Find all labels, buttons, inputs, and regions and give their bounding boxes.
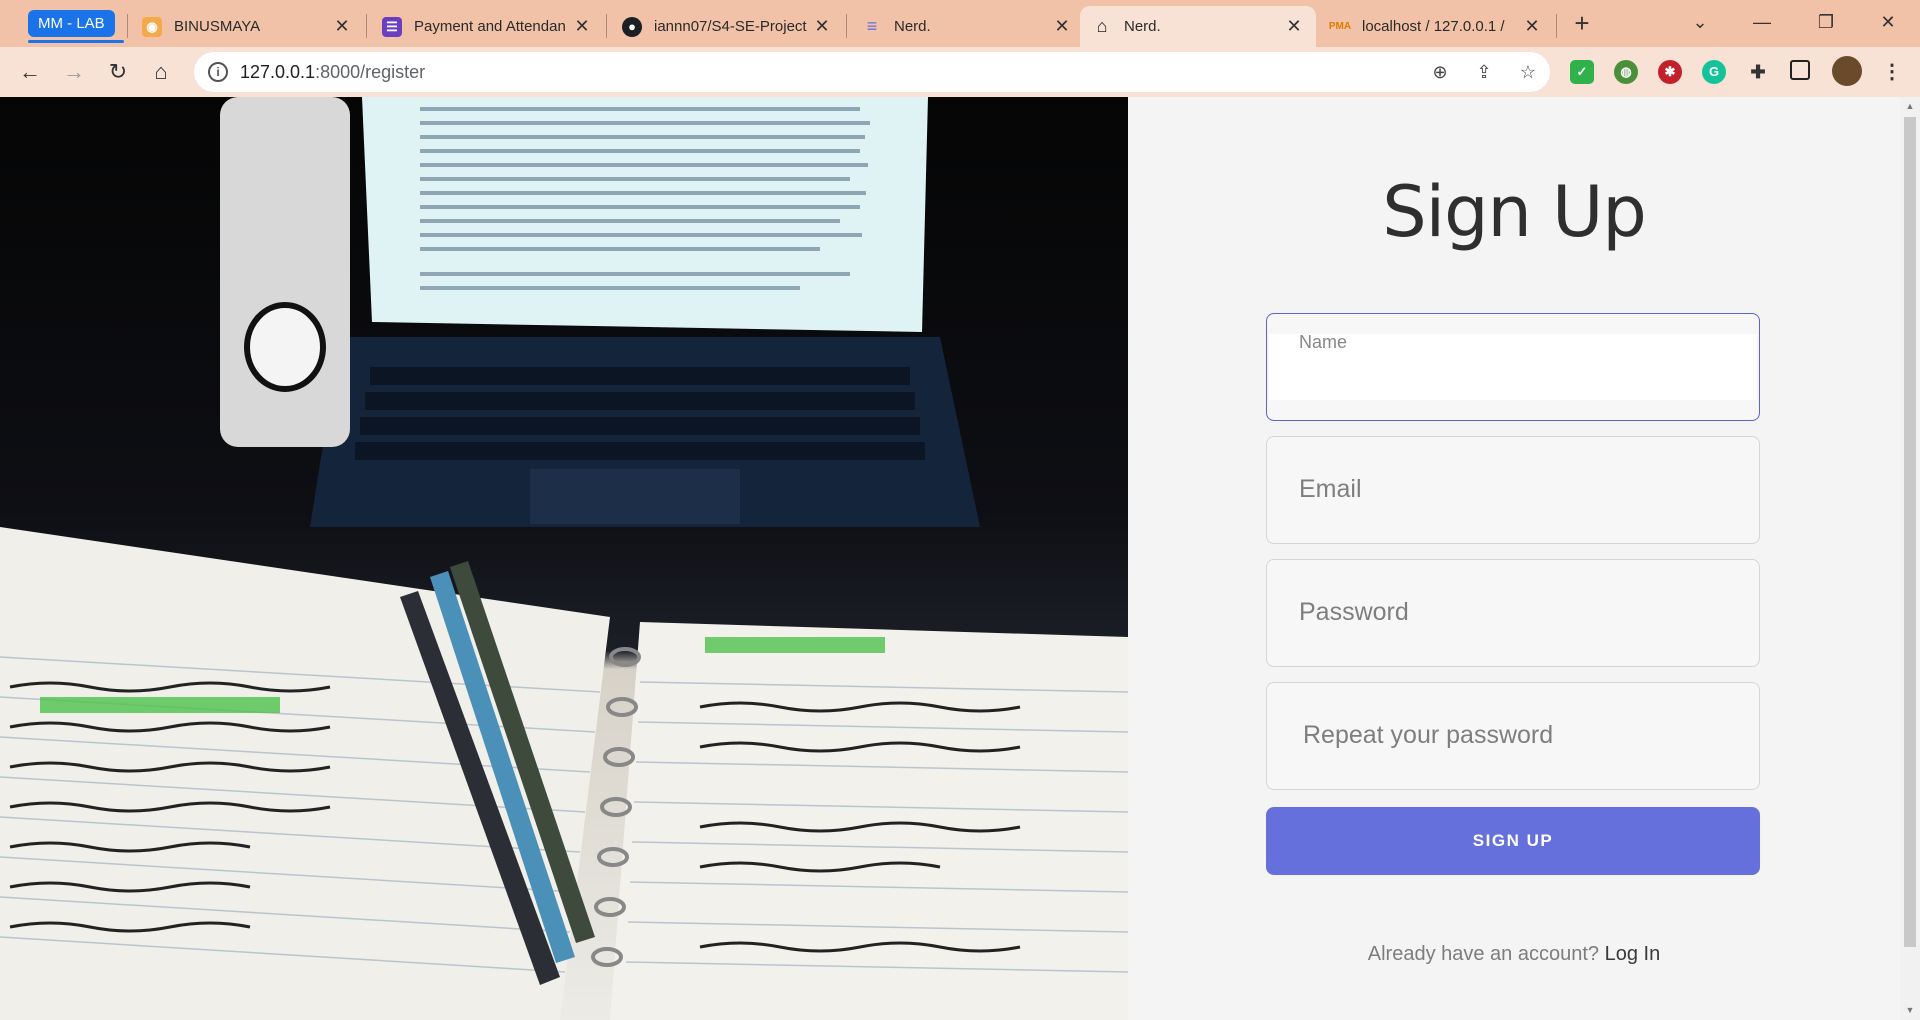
puzzle-extensions-icon[interactable]: ✚ — [1746, 60, 1770, 84]
email-field[interactable]: Email — [1266, 436, 1760, 544]
page-content: Sign Up Name Email Password Repeat your … — [0, 97, 1920, 1020]
bookmark-star-icon[interactable]: ☆ — [1516, 60, 1540, 84]
tab-group-underline — [28, 40, 124, 43]
email-placeholder: Email — [1299, 475, 1362, 503]
close-window-icon[interactable]: ✕ — [1868, 8, 1908, 36]
reload-icon[interactable]: ↻ — [102, 56, 134, 88]
avatar[interactable] — [1832, 56, 1862, 86]
login-link[interactable]: Log In — [1605, 943, 1661, 965]
tab-title: BINUSMAYA — [174, 18, 261, 35]
bunny-sticker — [244, 302, 326, 392]
scroll-up-icon[interactable]: ▲ — [1905, 101, 1915, 111]
close-icon[interactable]: ✕ — [1050, 16, 1074, 37]
laptop-screen — [362, 97, 928, 332]
address-bar[interactable]: i 127.0.0.1:8000/register ⊕ ⇪ ☆ — [194, 52, 1550, 92]
login-prompt-text: Already have an account? — [1367, 943, 1600, 965]
close-icon[interactable]: ✕ — [810, 16, 834, 37]
tab-github[interactable]: ● iannn07/S4-SE-Project ✕ — [610, 6, 844, 47]
close-icon[interactable]: ✕ — [1520, 16, 1544, 37]
tab-binusmaya[interactable]: ◉ BINUSMAYA ✕ — [130, 6, 364, 47]
scroll-thumb[interactable] — [1904, 117, 1916, 947]
scroll-down-icon[interactable]: ▼ — [1905, 1005, 1915, 1015]
grammarly-icon[interactable]: G — [1702, 60, 1726, 84]
phpmyadmin-icon: PMA — [1328, 21, 1352, 32]
new-tab-button[interactable]: + — [1568, 10, 1596, 38]
site-info-icon[interactable]: i — [208, 62, 228, 82]
binusmaya-icon: ◉ — [142, 16, 162, 37]
tab-title: localhost / 127.0.0.1 / — [1362, 18, 1505, 35]
forms-icon: ☰ — [382, 16, 402, 37]
shield-extension-icon[interactable]: ✓ — [1570, 60, 1594, 84]
tab-nerd-active[interactable]: ⌂ Nerd. ✕ — [1080, 6, 1316, 47]
tab-separator — [1556, 14, 1557, 38]
notebook-right-page — [610, 622, 1128, 1020]
tab-separator — [846, 14, 847, 38]
name-label: Name — [1299, 332, 1348, 352]
tab-search-icon[interactable]: ⌄ — [1680, 8, 1720, 36]
close-icon[interactable]: ✕ — [1282, 16, 1306, 37]
sign-up-button[interactable]: SIGN UP — [1266, 807, 1760, 875]
tab-title: Nerd. — [894, 18, 931, 35]
close-icon[interactable]: ✕ — [570, 16, 594, 37]
devtools-extension-icon[interactable]: ✱ — [1658, 60, 1682, 84]
water-bottle — [220, 97, 350, 447]
close-icon[interactable]: ✕ — [330, 16, 354, 37]
restore-icon[interactable]: ❐ — [1806, 8, 1846, 36]
trackpad — [530, 469, 740, 524]
page-title: Sign Up — [1382, 171, 1647, 253]
repeat-password-placeholder: Repeat your password — [1303, 721, 1554, 749]
password-placeholder: Password — [1299, 598, 1409, 626]
url-path: :8000/register — [315, 62, 426, 82]
study-desk-photo — [0, 97, 1128, 1020]
tab-phpmyadmin[interactable]: PMA localhost / 127.0.0.1 / ✕ — [1318, 6, 1554, 47]
home-icon: ⌂ — [1096, 16, 1108, 36]
github-icon: ● — [622, 16, 642, 37]
back-icon[interactable]: ← — [14, 56, 46, 88]
share-icon[interactable]: ⇪ — [1472, 60, 1496, 84]
zoom-icon[interactable]: ⊕ — [1428, 60, 1452, 84]
tab-separator — [606, 14, 607, 38]
notebook-left-page — [0, 527, 610, 1020]
tab-strip: MM - LAB ◉ BINUSMAYA ✕ ☰ Payment and Att… — [0, 0, 1920, 47]
login-prompt: Already have an account? Log In — [1128, 943, 1900, 966]
nerd-icon: ≡ — [866, 16, 878, 36]
tab-title: Payment and Attendan — [414, 18, 566, 35]
browser-toolbar: ← → ↻ ⌂ i 127.0.0.1:8000/register ⊕ ⇪ ☆ … — [0, 47, 1920, 97]
side-panel-icon[interactable] — [1790, 60, 1810, 80]
tab-title: iannn07/S4-SE-Project — [654, 18, 807, 35]
kebab-menu-icon[interactable]: ⋮ — [1880, 60, 1904, 84]
tab-separator — [127, 14, 128, 38]
tab-payment[interactable]: ☰ Payment and Attendan ✕ — [370, 6, 604, 47]
url-host: 127.0.0.1 — [240, 62, 316, 82]
signup-panel: Sign Up Name Email Password Repeat your … — [1128, 97, 1900, 1020]
repeat-password-field[interactable]: Repeat your password — [1266, 682, 1760, 790]
minimize-icon[interactable]: — — [1742, 8, 1782, 36]
desk-illustration — [0, 97, 1128, 1020]
password-field[interactable]: Password — [1266, 559, 1760, 667]
tab-title: Nerd. — [1124, 18, 1161, 35]
chrome-extension-icon[interactable]: ◍ — [1614, 60, 1638, 84]
tab-group-label[interactable]: MM - LAB — [28, 10, 115, 37]
forward-icon[interactable]: → — [58, 56, 90, 88]
highlight-green — [40, 697, 280, 713]
name-field[interactable]: Name — [1266, 313, 1760, 421]
home-button-icon[interactable]: ⌂ — [145, 56, 177, 88]
tab-separator — [366, 14, 367, 38]
tab-nerd[interactable]: ≡ Nerd. ✕ — [850, 6, 1084, 47]
page-scrollbar[interactable]: ▲ ▼ — [1900, 97, 1920, 1020]
highlight-green — [705, 637, 885, 653]
url-text[interactable]: 127.0.0.1:8000/register — [240, 62, 425, 83]
